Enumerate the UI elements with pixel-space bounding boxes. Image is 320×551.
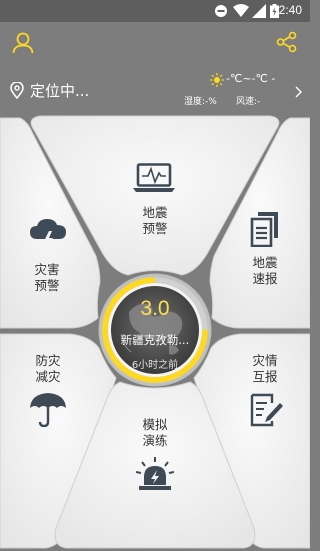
- label-mutual-report: 灾情 互报: [245, 353, 285, 385]
- quake-magnitude: 3.0: [140, 297, 170, 320]
- label-disaster-prevention: 防灾 减灾: [28, 353, 68, 385]
- label-earthquake-warning: 地震 预警: [135, 205, 175, 237]
- label-line-1: 模拟: [142, 417, 168, 432]
- edit-form-icon: [250, 393, 283, 427]
- quake-location: 新疆克孜勒...: [120, 333, 190, 347]
- umbrella-icon: [30, 393, 66, 427]
- document-icon: [250, 212, 278, 247]
- label-line-2: 预警: [34, 278, 60, 293]
- laptop-monitor-icon: [133, 163, 175, 192]
- label-line-1: 防灾: [35, 353, 61, 368]
- label-line-2: 互报: [252, 369, 278, 384]
- alarm-siren-icon: [136, 457, 174, 490]
- label-line-2: 预警: [142, 221, 168, 236]
- label-line-1: 灾情: [252, 353, 278, 368]
- label-line-1: 地震: [252, 255, 278, 270]
- label-quick-report: 地震 速报: [245, 255, 285, 287]
- storm-cloud-icon: [30, 219, 66, 250]
- label-disaster-warning: 灾害 预警: [27, 262, 67, 294]
- label-line-2: 速报: [252, 271, 278, 286]
- label-drill: 模拟 演练: [135, 417, 175, 449]
- label-line-1: 灾害: [34, 262, 60, 277]
- label-line-2: 减灾: [35, 369, 61, 384]
- quake-time-ago: 6小时之前: [131, 360, 179, 371]
- label-line-1: 地震: [142, 205, 168, 220]
- label-line-2: 演练: [142, 433, 168, 448]
